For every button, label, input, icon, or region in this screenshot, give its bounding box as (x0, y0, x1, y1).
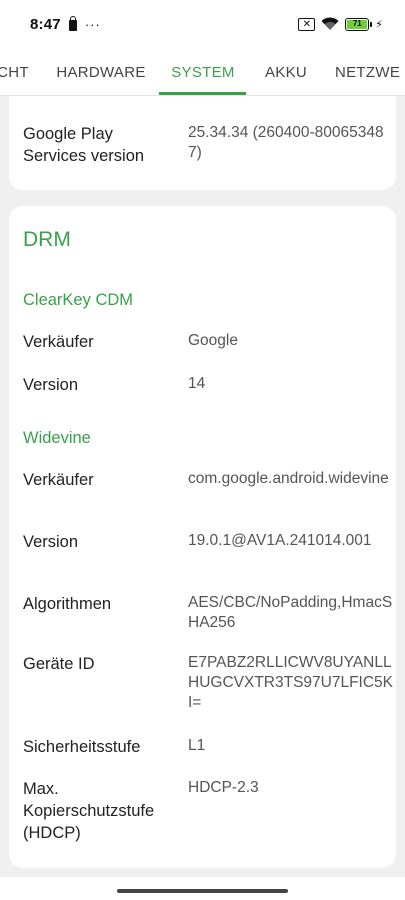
widevine-hdcp-value: HDCP-2.3 (188, 779, 259, 796)
clock: 8:47 (30, 15, 61, 33)
charging-icon: ⚡ (375, 18, 383, 31)
widevine-algorithms-row: Algorithmen AES/CBC/NoPadding,HmacSHA256 (23, 593, 392, 635)
status-bar-left: 8:47 ··· (30, 15, 101, 33)
tab-system[interactable]: SYSTEM (162, 48, 244, 95)
widevine-title: Widevine (23, 429, 91, 447)
play-services-row: Google Play Services version 25.34.34 (2… (23, 123, 384, 169)
widevine-version-label: Version (23, 533, 79, 551)
widevine-security-value: L1 (188, 737, 206, 754)
navigation-bar (0, 877, 405, 900)
play-services-value: 25.34.34 (260400-800653487) (188, 124, 384, 161)
clearkey-title: ClearKey CDM (23, 291, 134, 309)
clearkey-vendor-label: Verkäufer (23, 333, 94, 351)
widevine-security-label: Sicherheitsstufe (23, 738, 141, 756)
more-notifications-icon: ··· (84, 16, 101, 32)
battery-level: 71 (347, 19, 368, 29)
widevine-hdcp-row: Max. Kopierschutzstufe (HDCP) HDCP-2.3 (23, 778, 382, 848)
services-card: Google Play Services version 25.34.34 (2… (9, 96, 396, 190)
widevine-vendor-label: Verkäufer (23, 471, 94, 489)
home-gesture-handle[interactable] (117, 889, 288, 893)
widevine-algorithms-value: AES/CBC/NoPadding,HmacSHA256 (188, 594, 393, 631)
status-bar-right: ✕ 71 ⚡ (298, 17, 383, 31)
widevine-vendor-row: Verkäufer com.google.android.widevine (23, 469, 389, 511)
widevine-version-value: 19.0.1@AV1A.241014.001 (188, 532, 372, 549)
widevine-device-id-row: Geräte ID E7PABZ2RLLICWV8UYANLLHUGCVXTR3… (23, 653, 393, 717)
clearkey-version-row: Version 14 (23, 374, 382, 398)
widevine-version-row: Version 19.0.1@AV1A.241014.001 (23, 531, 382, 573)
clearkey-vendor-row: Verkäufer Google (23, 331, 382, 355)
tab-akku[interactable]: AKKU (258, 48, 314, 95)
widevine-algorithms-label: Algorithmen (23, 595, 112, 613)
drm-card: DRM ClearKey CDM Verkäufer Google Versio… (9, 206, 396, 868)
tab-network[interactable]: NETZWE (335, 48, 405, 95)
no-sim-icon: ✕ (298, 17, 316, 31)
wifi-icon (321, 17, 339, 31)
widevine-security-row: Sicherheitsstufe L1 (23, 736, 382, 760)
clearkey-version-value: 14 (188, 375, 206, 392)
drm-title: DRM (23, 228, 71, 251)
lock-icon (68, 15, 77, 31)
clearkey-vendor-value: Google (188, 332, 238, 349)
play-services-label: Google Play Services version (23, 125, 145, 165)
tab-bar: CHT HARDWARE SYSTEM AKKU NETZWE (0, 48, 405, 96)
active-tab-indicator (159, 92, 246, 95)
tab-overview[interactable]: CHT (0, 48, 34, 95)
clearkey-version-label: Version (23, 376, 79, 394)
widevine-device-id-value: E7PABZ2RLLICWV8UYANLLHUGCVXTR3TS97U7LFIC… (188, 654, 394, 711)
tab-hardware[interactable]: HARDWARE (50, 48, 152, 95)
widevine-device-id-label: Geräte ID (23, 655, 95, 673)
battery-icon: 71 (345, 17, 373, 31)
widevine-vendor-value: com.google.android.widevine (188, 470, 389, 487)
widevine-hdcp-label: Max. Kopierschutzstufe (HDCP) (23, 780, 155, 842)
status-bar: 8:47 ··· ✕ 71 ⚡ (0, 0, 405, 48)
